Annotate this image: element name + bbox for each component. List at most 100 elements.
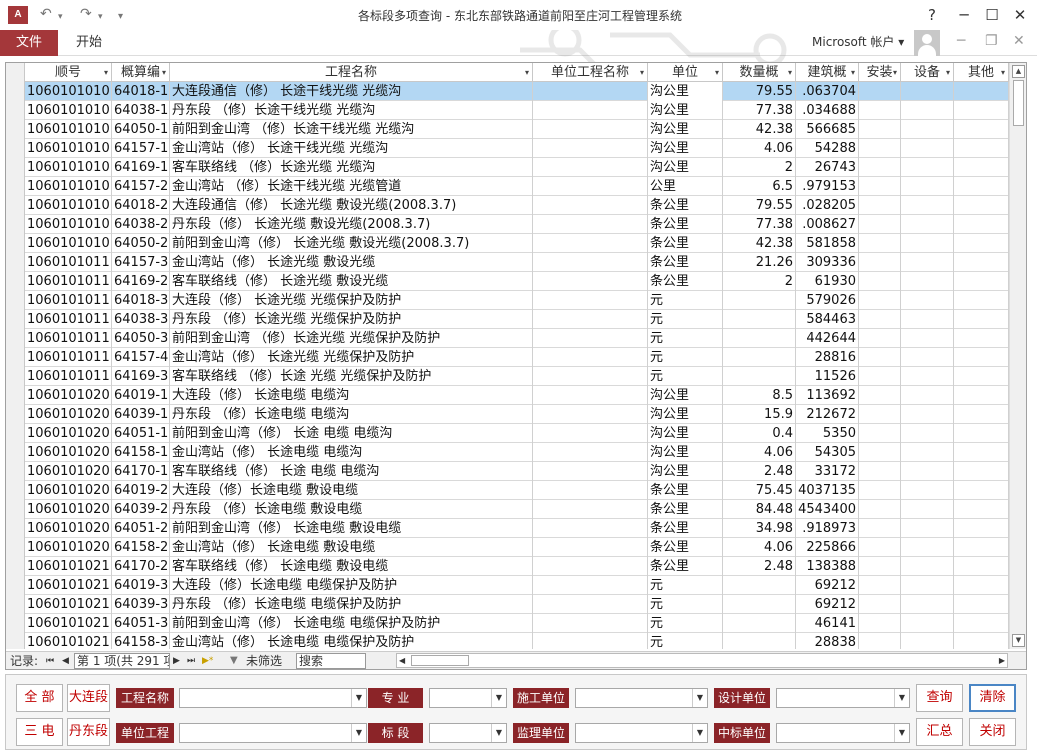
cell-estimate-no[interactable]: 64169-3 <box>112 367 170 386</box>
query-button[interactable]: 查询 <box>916 684 963 712</box>
cell-project-name[interactable]: 大连段（修）长途电缆 电缆保护及防护 <box>170 576 533 595</box>
cell-unit-project-name[interactable] <box>533 82 648 101</box>
cell-other[interactable] <box>954 519 1009 538</box>
cell-unit-project-name[interactable] <box>533 101 648 120</box>
cell-construction[interactable]: 26743 <box>796 158 859 177</box>
scroll-up-icon[interactable]: ▲ <box>1012 65 1025 78</box>
table-row[interactable]: 1060101020 64158-2 金山湾站（修） 长途电缆 敷设电缆 条公里 4.0… <box>6 538 1009 557</box>
cell-equipment[interactable] <box>901 614 954 633</box>
winning-unit-combo[interactable]: ▼ <box>776 723 910 743</box>
cell-construction[interactable]: 212672 <box>796 405 859 424</box>
cell-estimate-no[interactable]: 64018-3 <box>112 291 170 310</box>
table-row[interactable]: 1060101011 64169-3 客车联络线 （修）长途 光缆 光缆保护及防护 元… <box>6 367 1009 386</box>
supervision-unit-combo[interactable]: ▼ <box>575 723 708 743</box>
cell-project-name[interactable]: 大连段（修）长途电缆 敷设电缆 <box>170 481 533 500</box>
cell-seq[interactable]: 1060101020 <box>25 481 112 500</box>
cell-construction[interactable]: 309336 <box>796 253 859 272</box>
cell-seq[interactable]: 1060101021 <box>25 595 112 614</box>
cell-quantity[interactable] <box>723 576 796 595</box>
cell-quantity[interactable]: 21.26 <box>723 253 796 272</box>
cell-seq[interactable]: 1060101021 <box>25 614 112 633</box>
table-row[interactable]: 1060101011 64050-3 前阳到金山湾 （修）长途光缆 光缆保护及防护 元… <box>6 329 1009 348</box>
cell-install[interactable] <box>859 329 901 348</box>
cell-unit[interactable]: 条公里 <box>648 538 723 557</box>
cell-project-name[interactable]: 金山湾站 （修）长途干线光缆 光缆管道 <box>170 177 533 196</box>
row-selector[interactable] <box>6 462 25 481</box>
cell-other[interactable] <box>954 215 1009 234</box>
cell-estimate-no[interactable]: 64039-2 <box>112 500 170 519</box>
cell-project-name[interactable]: 前阳到金山湾 （修）长途光缆 光缆保护及防护 <box>170 329 533 348</box>
cell-unit[interactable]: 元 <box>648 367 723 386</box>
cell-unit-project-name[interactable] <box>533 481 648 500</box>
cell-unit[interactable]: 条公里 <box>648 234 723 253</box>
cell-quantity[interactable]: 8.5 <box>723 386 796 405</box>
cell-seq[interactable]: 1060101020 <box>25 538 112 557</box>
cell-estimate-no[interactable]: 64170-2 <box>112 557 170 576</box>
cell-other[interactable] <box>954 329 1009 348</box>
cell-other[interactable] <box>954 595 1009 614</box>
cell-other[interactable] <box>954 481 1009 500</box>
cell-seq[interactable]: 1060101010 <box>25 120 112 139</box>
cell-unit[interactable]: 沟公里 <box>648 405 723 424</box>
cell-install[interactable] <box>859 139 901 158</box>
cell-install[interactable] <box>859 234 901 253</box>
dalian-button[interactable]: 大连段 <box>67 684 110 712</box>
row-selector[interactable] <box>6 538 25 557</box>
cell-other[interactable] <box>954 462 1009 481</box>
cell-install[interactable] <box>859 120 901 139</box>
filter-status[interactable]: 未筛选 <box>246 652 282 670</box>
cell-equipment[interactable] <box>901 576 954 595</box>
cell-construction[interactable]: 69212 <box>796 595 859 614</box>
redo-icon[interactable]: ↷ <box>80 6 92 22</box>
scroll-thumb[interactable] <box>1013 80 1024 126</box>
cell-quantity[interactable]: 0.4 <box>723 424 796 443</box>
cell-unit-project-name[interactable] <box>533 405 648 424</box>
cell-install[interactable] <box>859 405 901 424</box>
cell-seq[interactable]: 1060101020 <box>25 519 112 538</box>
chevron-down-icon[interactable]: ▼ <box>491 724 506 742</box>
header-unit[interactable]: 单位 ▾ <box>648 63 723 82</box>
cell-quantity[interactable] <box>723 633 796 649</box>
cell-equipment[interactable] <box>901 424 954 443</box>
cell-unit-project-name[interactable] <box>533 253 648 272</box>
cell-unit[interactable]: 沟公里 <box>648 443 723 462</box>
cell-unit-project-name[interactable] <box>533 519 648 538</box>
cell-other[interactable] <box>954 253 1009 272</box>
cell-estimate-no[interactable]: 64169-2 <box>112 272 170 291</box>
cell-quantity[interactable]: 42.38 <box>723 120 796 139</box>
cell-quantity[interactable] <box>723 291 796 310</box>
cell-unit[interactable]: 沟公里 <box>648 386 723 405</box>
cell-seq[interactable]: 1060101020 <box>25 386 112 405</box>
row-selector[interactable] <box>6 82 25 101</box>
scroll-down-icon[interactable]: ▼ <box>1012 634 1025 647</box>
cell-seq[interactable]: 1060101020 <box>25 462 112 481</box>
cell-install[interactable] <box>859 557 901 576</box>
cell-install[interactable] <box>859 196 901 215</box>
cell-unit[interactable]: 元 <box>648 348 723 367</box>
cell-unit-project-name[interactable] <box>533 424 648 443</box>
cell-seq[interactable]: 1060101011 <box>25 272 112 291</box>
cell-equipment[interactable] <box>901 310 954 329</box>
cell-install[interactable] <box>859 215 901 234</box>
cell-estimate-no[interactable]: 64169-1 <box>112 158 170 177</box>
cell-construction[interactable]: 61930 <box>796 272 859 291</box>
cell-seq[interactable]: 1060101020 <box>25 424 112 443</box>
cell-equipment[interactable] <box>901 595 954 614</box>
cell-other[interactable] <box>954 386 1009 405</box>
cell-quantity[interactable]: 34.98 <box>723 519 796 538</box>
cell-construction[interactable]: 46141 <box>796 614 859 633</box>
cell-equipment[interactable] <box>901 120 954 139</box>
cell-project-name[interactable]: 客车联络线（修） 长途 电缆 电缆沟 <box>170 462 533 481</box>
redo-dropdown-icon[interactable]: ▾ <box>98 9 103 25</box>
cell-project-name[interactable]: 丹东段 （修）长途电缆 电缆保护及防护 <box>170 595 533 614</box>
cell-equipment[interactable] <box>901 538 954 557</box>
cell-install[interactable] <box>859 367 901 386</box>
cell-unit-project-name[interactable] <box>533 310 648 329</box>
cell-unit-project-name[interactable] <box>533 234 648 253</box>
table-row[interactable]: 1060101010 64157-2 金山湾站 （修）长途干线光缆 光缆管道 公里 6.… <box>6 177 1009 196</box>
account-menu[interactable]: Microsoft 帐户 ▾ <box>812 33 904 50</box>
cell-seq[interactable]: 1060101011 <box>25 310 112 329</box>
cell-quantity[interactable]: 4.06 <box>723 443 796 462</box>
all-button[interactable]: 全 部 <box>16 684 63 712</box>
cell-unit[interactable]: 元 <box>648 329 723 348</box>
